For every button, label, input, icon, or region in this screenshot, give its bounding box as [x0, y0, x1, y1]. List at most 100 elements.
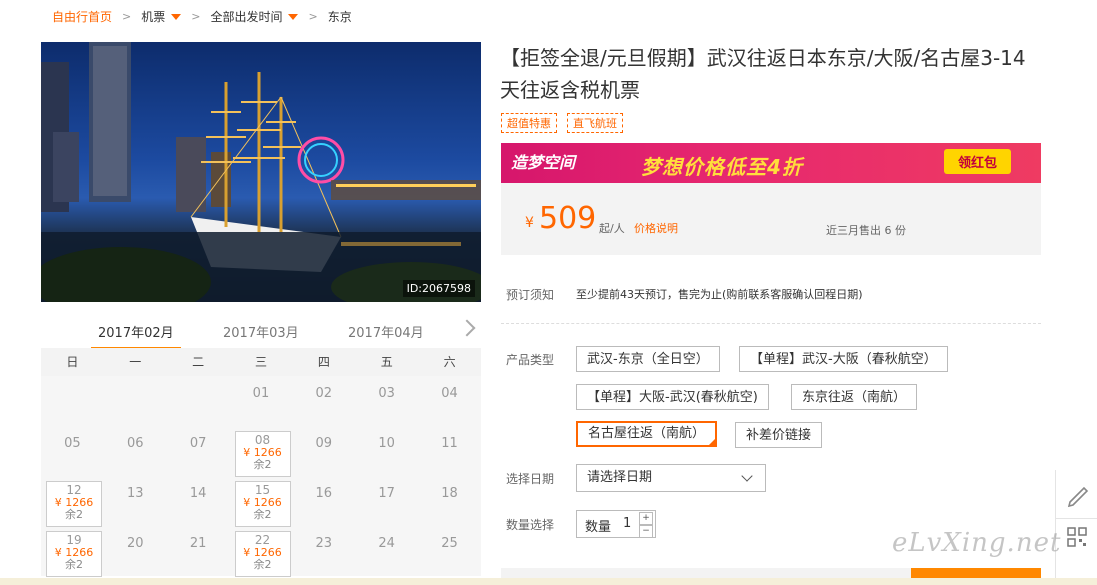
calendar-day-number: 19	[66, 533, 82, 547]
option-wuhan-tokyo[interactable]: 武汉-东京（全日空）	[576, 346, 720, 372]
get-red-packet-button[interactable]: 领红包	[943, 149, 1011, 174]
calendar-month-tabs: 2017年02月 2017年03月 2017年04月	[41, 318, 481, 350]
breadcrumb-separator-icon: >	[122, 10, 132, 23]
price-explain-link[interactable]: 价格说明	[634, 220, 678, 236]
calendar-day: 18	[418, 476, 481, 526]
weekday-label: 三	[254, 355, 267, 369]
calendar-day-price-box[interactable]: 19 ¥ 1266 余2	[46, 531, 102, 577]
weekday-label: 二	[192, 355, 205, 369]
chevron-down-icon	[741, 470, 753, 482]
quantity-plus-button[interactable]: +	[639, 512, 653, 525]
calendar-day-price-box[interactable]: 15 ¥ 1266 余2	[234, 481, 291, 527]
product-photo[interactable]: ID:2067598	[41, 42, 481, 302]
option-nagoya-label: 名古屋往返（南航）	[588, 426, 706, 441]
calendar-day: 16	[292, 476, 355, 526]
currency-symbol: ¥	[525, 215, 534, 231]
feedback-button[interactable]	[1056, 470, 1097, 519]
weekday-label: 五	[380, 355, 393, 369]
calendar-day[interactable]: 08 ¥ 1266 余2	[230, 426, 293, 477]
option-price-difference-link[interactable]: 补差价链接	[735, 422, 823, 448]
date-select[interactable]: 请选择日期	[576, 464, 766, 492]
calendar-day: 05	[41, 426, 104, 476]
calendar-day[interactable]: 15 ¥ 1266 余2	[230, 476, 293, 527]
calendar-day-stock: 余2	[65, 508, 83, 521]
calendar-day: 09	[292, 426, 355, 476]
calendar-day: 17	[355, 476, 418, 526]
photo-id-label: ID:2067598	[402, 280, 475, 297]
quantity-label: 数量选择	[506, 518, 555, 532]
calendar-day-number: 11	[441, 436, 458, 451]
calendar-day: 11	[418, 426, 481, 476]
calendar-day-number: 17	[378, 486, 395, 501]
calendar-empty-cell	[41, 376, 104, 426]
calendar-day: 01	[230, 376, 293, 426]
selected-check-icon	[707, 437, 718, 447]
calendar-day-number: 03	[378, 386, 395, 401]
footer-strip	[0, 578, 1097, 585]
price-unit: 起/人	[599, 222, 625, 235]
pencil-icon	[1067, 486, 1089, 508]
calendar-empty-cell	[167, 376, 230, 426]
banner-logo: 造梦空间	[511, 153, 576, 172]
calendar-day-stock: 余2	[65, 558, 83, 571]
option-wuhan-osaka-oneway[interactable]: 【单程】武汉-大阪（春秋航空）	[739, 346, 948, 372]
weekday-label: 日	[66, 355, 79, 369]
calendar-day-number: 07	[189, 436, 207, 451]
option-tokyo-roundtrip[interactable]: 东京往返（南航）	[791, 384, 918, 410]
calendar-day-number: 01	[252, 386, 270, 401]
tag-special-offer: 超值特惠	[501, 113, 557, 133]
quantity-stepper[interactable]: 数量 1 + −	[576, 510, 656, 538]
calendar-day-number: 18	[441, 486, 458, 501]
calendar-day-number	[104, 376, 167, 386]
calendar-day-number: 10	[378, 436, 395, 451]
quantity-minus-button[interactable]: −	[639, 525, 653, 538]
date-label: 选择日期	[506, 472, 555, 486]
weekday-label: 一	[129, 355, 142, 369]
quantity-value[interactable]: 1	[623, 516, 631, 531]
chevron-right-icon[interactable]	[458, 319, 476, 337]
dropdown-arrow-icon[interactable]	[171, 13, 182, 20]
option-osaka-wuhan-oneway[interactable]: 【单程】大阪-武汉(春秋航空)	[576, 384, 769, 410]
calendar-day: 07	[167, 426, 230, 476]
breadcrumb-item-tokyo: 东京	[327, 10, 352, 24]
calendar-day: 02	[292, 376, 355, 426]
tab-month-feb[interactable]: 2017年02月	[98, 322, 174, 341]
calendar-day: 24	[355, 526, 418, 576]
calendar-day[interactable]: 19 ¥ 1266 余2	[41, 526, 104, 577]
calendar-day: 10	[355, 426, 418, 476]
breadcrumb-item-departure-time[interactable]: 全部出发时间	[210, 8, 282, 25]
quantity-field-label: 数量	[585, 520, 612, 535]
calendar-day-number: 22	[254, 533, 271, 547]
calendar-day[interactable]: 22 ¥ 1266 余2	[230, 526, 293, 577]
calendar-day-number: 04	[441, 386, 458, 401]
breadcrumb-separator-icon: >	[308, 10, 318, 23]
option-nagoya-roundtrip[interactable]: 名古屋往返（南航）	[576, 421, 718, 447]
calendar-day-number	[41, 376, 104, 386]
calendar-day-number: 12	[66, 483, 82, 497]
calendar-day-number: 15	[254, 483, 271, 497]
calendar-day-price-box[interactable]: 12 ¥ 1266 余2	[46, 481, 102, 527]
calendar-day-number: 14	[189, 486, 207, 501]
breadcrumb: 自由行首页 > 机票 > 全部出发时间 > 东京	[52, 8, 352, 25]
qrcode-icon	[1067, 527, 1087, 547]
calendar-day: 21	[167, 526, 230, 576]
watermark: eLvXing.net	[892, 528, 1062, 558]
calendar-day: 03	[355, 376, 418, 426]
qrcode-button[interactable]	[1056, 522, 1097, 562]
breadcrumb-item-flights[interactable]: 机票	[141, 8, 165, 25]
calendar-day-number: 08	[254, 433, 271, 447]
tab-month-apr[interactable]: 2017年04月	[348, 322, 424, 341]
breadcrumb-home-link[interactable]: 自由行首页	[52, 8, 112, 25]
notice-text: 至少提前43天预订，售完为止(购前联系客服确认回程日期)	[576, 288, 863, 301]
calendar-day-price-box[interactable]: 08 ¥ 1266 余2	[234, 431, 291, 477]
dropdown-arrow-icon[interactable]	[288, 13, 299, 20]
tab-month-mar[interactable]: 2017年03月	[223, 322, 299, 341]
weekday-label: 四	[317, 355, 330, 369]
calendar-grid: 01 02 03 04 05 06 07 08 ¥ 1266 余2 09 10 11 12 ¥ 1266 余2…	[41, 376, 481, 577]
calendar-day-price-box[interactable]: 22 ¥ 1266 余2	[234, 531, 291, 577]
promo-banner[interactable]: 造梦空间 梦想价格低至4折 领红包	[501, 143, 1041, 183]
calendar-day-number: 25	[441, 536, 458, 551]
product-title: 【拒签全退/元旦假期】武汉往返日本东京/大阪/名古屋3-14天往返含税机票	[500, 46, 1026, 102]
calendar-weekday-header: 日 一 二 三 四 五 六	[41, 348, 481, 376]
calendar-day[interactable]: 12 ¥ 1266 余2	[41, 476, 104, 527]
